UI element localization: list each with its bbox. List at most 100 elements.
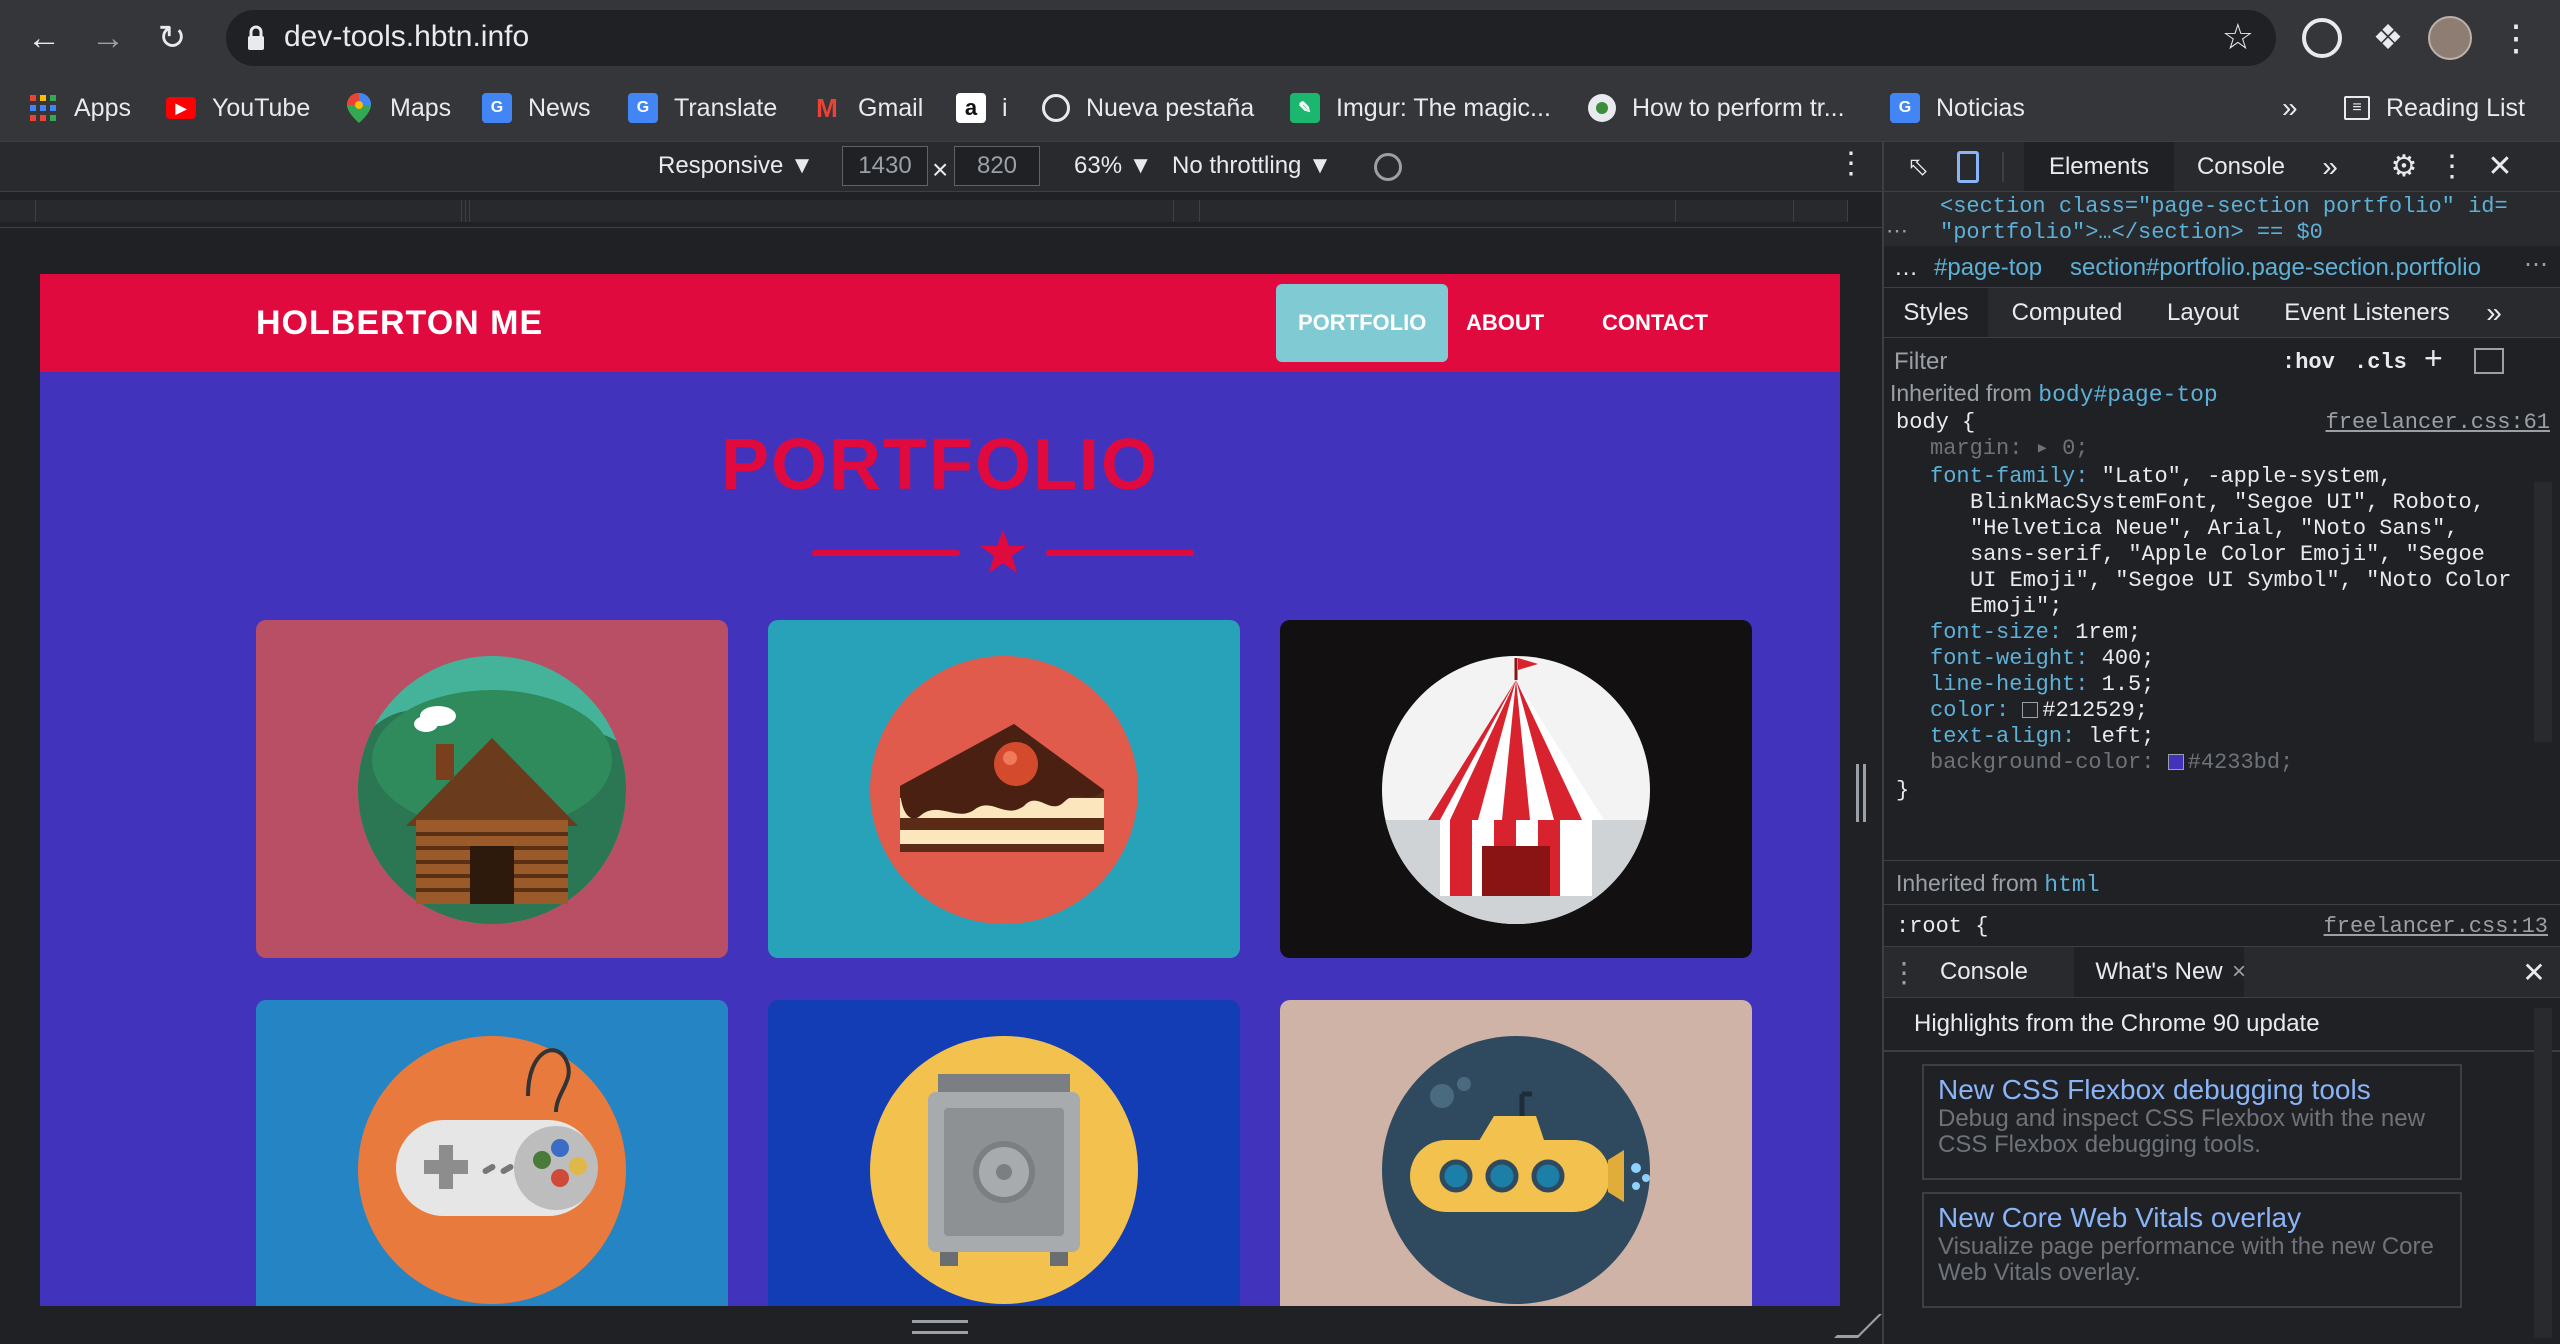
portfolio-item-cabin[interactable] (256, 620, 728, 958)
tab-computed[interactable]: Computed (1990, 288, 2144, 337)
whats-new-item-web-vitals[interactable]: New Core Web Vitals overlay Visualize pa… (1922, 1192, 2462, 1308)
tab-layout[interactable]: Layout (2148, 288, 2258, 337)
bookmark-star-icon[interactable]: ☆ (2222, 16, 2254, 58)
add-rule-icon[interactable]: + (2424, 340, 2443, 377)
reading-list-button[interactable]: ≡ Reading List (2344, 86, 2525, 130)
address-bar[interactable]: dev-tools.hbtn.info ☆ (226, 10, 2276, 66)
divider-line-left (812, 550, 960, 556)
nav-link-portfolio[interactable]: PORTFOLIO (1276, 284, 1449, 362)
tab-event-listeners[interactable]: Event Listeners (2262, 288, 2472, 337)
portfolio-item-cake[interactable] (768, 620, 1240, 958)
viewport-resize-handle-right[interactable] (1856, 764, 1866, 822)
bookmark-translate[interactable]: G Translate (628, 86, 777, 130)
google-news-icon: G (482, 93, 512, 123)
prop-background-color: background-color: #4233bd; (1930, 750, 2294, 775)
drawer-tab-whats-new[interactable]: What's New (2074, 947, 2244, 997)
whats-new-heading: Highlights from the Chrome 90 update (1914, 1010, 2320, 1037)
globe-icon (1042, 94, 1070, 122)
corner-resize-icon[interactable] (1834, 1314, 1882, 1338)
inspect-element-icon[interactable]: ⬁ (1898, 142, 1938, 191)
zoom-dropdown[interactable]: 63% ▼ (1074, 152, 1152, 180)
cls-toggle[interactable]: .cls (2354, 350, 2407, 375)
rule-root-selector[interactable]: :root { (1896, 914, 1988, 940)
bookmark-amazon[interactable]: a i (956, 86, 1008, 130)
circus-tent-icon (1382, 656, 1650, 924)
rotate-icon[interactable] (1374, 153, 1402, 181)
root-source-link[interactable]: freelancer.css:13 (2324, 914, 2548, 939)
game-controller-icon (358, 1036, 626, 1304)
viewport-height-input[interactable]: 820 (954, 146, 1040, 186)
cabin-icon (358, 656, 626, 924)
url-text: dev-tools.hbtn.info (284, 20, 530, 53)
back-arrow-icon[interactable]: ← (20, 14, 68, 62)
portfolio-item-game-controller[interactable] (256, 1000, 728, 1306)
styles-filter-input[interactable]: Filter (1894, 348, 2254, 376)
bookmarks-overflow-button[interactable]: » (2282, 86, 2298, 130)
device-toolbar-menu-icon[interactable]: ⋮ (1836, 146, 1866, 181)
rule-source-link[interactable]: freelancer.css:61 (2326, 410, 2550, 435)
nav-link-about[interactable]: ABOUT (1444, 284, 1566, 362)
tab-styles[interactable]: Styles (1884, 288, 1988, 337)
settings-gear-icon[interactable]: ⚙ (2384, 142, 2424, 191)
more-style-tabs-button[interactable]: » (2474, 288, 2514, 337)
bookmarks-bar: Apps ▶ YouTube Maps G News G Translate M… (0, 76, 2560, 142)
site-brand[interactable]: HOLBERTON ME (256, 304, 543, 343)
drawer-menu-icon[interactable]: ⋮ (1890, 947, 1918, 997)
whats-new-scrollbar[interactable] (2534, 1008, 2552, 1338)
cake-icon (870, 656, 1138, 924)
bookmark-gmail[interactable]: M Gmail (812, 86, 923, 130)
close-devtools-icon[interactable]: ✕ (2480, 142, 2520, 191)
portfolio-item-circus[interactable] (1280, 620, 1752, 958)
reading-list-icon: ≡ (2344, 96, 2370, 120)
drawer-tab-console[interactable]: Console (1924, 947, 2044, 997)
rule-body-selector[interactable]: body { (1896, 410, 1975, 436)
devtools-menu-icon[interactable]: ⋮ (2432, 142, 2472, 191)
bookmark-noticias[interactable]: G Noticias (1890, 86, 2025, 130)
bg-color-swatch[interactable] (2167, 754, 2184, 771)
divider-star-icon (980, 530, 1026, 573)
portfolio-item-safe[interactable] (768, 1000, 1240, 1306)
dom-selected-node[interactable]: ⋯ <section class="page-section portfolio… (1884, 192, 2560, 246)
profile-avatar[interactable] (2428, 16, 2472, 60)
puzzle-extensions-icon[interactable]: ❖ (2366, 16, 2410, 60)
toggle-sidebar-icon[interactable] (2474, 348, 2504, 374)
prop-text-align: text-align: left; (1930, 724, 2155, 749)
section-heading: PORTFOLIO (721, 425, 1159, 505)
close-drawer-icon[interactable]: ✕ (2514, 947, 2554, 997)
reload-icon[interactable]: ↻ (148, 14, 196, 62)
nav-link-contact[interactable]: CONTACT (1580, 284, 1730, 362)
bookmark-youtube[interactable]: ▶ YouTube (166, 86, 310, 130)
bookmark-news[interactable]: G News (482, 86, 591, 130)
whats-new-item-flexbox[interactable]: New CSS Flexbox debugging tools Debug an… (1922, 1064, 2462, 1180)
throttling-dropdown[interactable]: No throttling ▼ (1172, 152, 1332, 180)
hov-toggle[interactable]: :hov (2282, 350, 2335, 375)
breadcrumb-body[interactable]: #page-top (1934, 254, 2042, 282)
menu-kebab-icon[interactable]: ⋮ (2494, 16, 2538, 60)
viewport-resize-handle-bottom[interactable] (912, 1320, 968, 1334)
tab-elements[interactable]: Elements (2024, 142, 2174, 191)
extension-icon[interactable] (2302, 18, 2342, 58)
record-icon (1588, 94, 1616, 122)
more-tabs-button[interactable]: » (2310, 142, 2350, 191)
breadcrumb-section[interactable]: section#portfolio.page-section.portfolio (2070, 254, 2481, 282)
bookmark-maps[interactable]: Maps (344, 86, 451, 130)
responsive-dropdown[interactable]: Responsive ▼ (658, 152, 814, 180)
apps-grid-icon (28, 93, 58, 123)
color-swatch[interactable] (2022, 702, 2039, 719)
bookmark-apps[interactable]: Apps (28, 86, 131, 130)
media-query-ruler (0, 192, 1882, 228)
bookmark-nueva-pestana[interactable]: Nueva pestaña (1042, 86, 1254, 130)
viewport-width-input[interactable]: 1430 (842, 146, 928, 186)
google-news-icon: G (1890, 93, 1920, 123)
styles-scrollbar[interactable] (2534, 482, 2552, 742)
close-whats-new-icon[interactable]: × (2224, 947, 2254, 997)
device-toggle-icon[interactable] (1948, 142, 1988, 191)
bookmark-how-to-perform[interactable]: How to perform tr... (1588, 86, 1845, 130)
prop-line-height: line-height: 1.5; (1930, 672, 2155, 697)
forward-arrow-icon[interactable]: → (84, 14, 132, 62)
portfolio-item-submarine[interactable] (1280, 1000, 1752, 1306)
bookmark-imgur[interactable]: ✎ Imgur: The magic... (1290, 86, 1551, 130)
site-navbar: HOLBERTON ME PORTFOLIO ABOUT CONTACT (40, 274, 1840, 372)
device-toolbar: Responsive ▼ 1430 × 820 63% ▼ No throttl… (0, 142, 1882, 192)
tab-console[interactable]: Console (2174, 142, 2308, 191)
